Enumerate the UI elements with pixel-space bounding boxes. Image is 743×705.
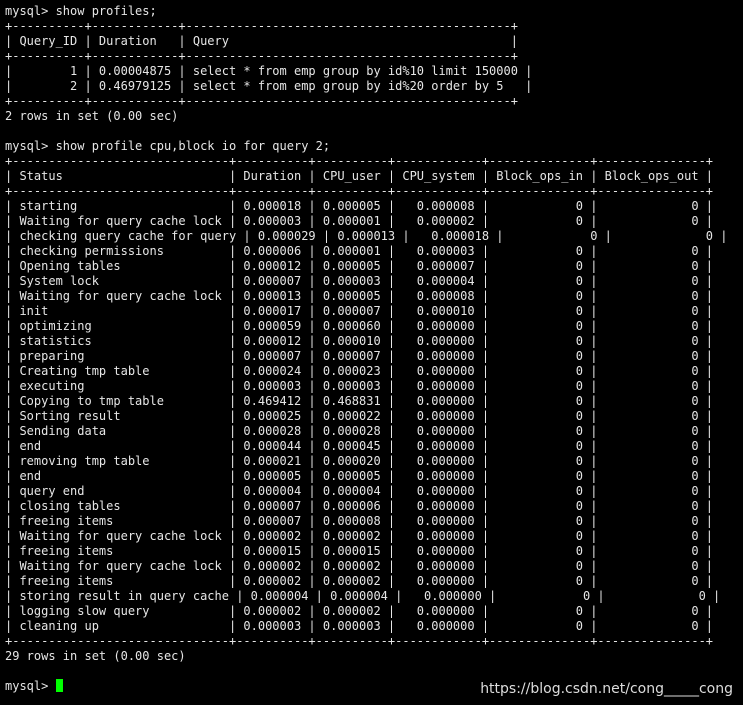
prompt-text: mysql> [5, 679, 56, 693]
terminal-line: +----------+------------+---------------… [5, 94, 518, 108]
watermark-text: https://blog.csdn.net/cong_____cong [480, 681, 733, 697]
terminal-line: +------------------------------+--------… [5, 634, 714, 648]
terminal-line: | checking permissions | 0.000006 | 0.00… [5, 244, 714, 258]
terminal-line: | optimizing | 0.000059 | 0.000060 | 0.0… [5, 319, 714, 333]
terminal-line: | starting | 0.000018 | 0.000005 | 0.000… [5, 199, 714, 213]
terminal-line: | query end | 0.000004 | 0.000004 | 0.00… [5, 484, 714, 498]
terminal-line: +------------------------------+--------… [5, 184, 714, 198]
terminal-line: | Sending data | 0.000028 | 0.000028 | 0… [5, 424, 714, 438]
terminal-line: +----------+------------+---------------… [5, 19, 518, 33]
terminal-line: | 1 | 0.00004875 | select * from emp gro… [5, 64, 533, 78]
terminal-line: | Waiting for query cache lock | 0.00001… [5, 289, 714, 303]
terminal-window[interactable]: mysql> show profiles; +----------+-------… [5, 4, 740, 701]
terminal-line: | Waiting for query cache lock | 0.00000… [5, 529, 714, 543]
terminal-line: | freeing items | 0.000015 | 0.000015 | … [5, 544, 714, 558]
terminal-line: | closing tables | 0.000007 | 0.000006 |… [5, 499, 714, 513]
terminal-line: | end | 0.000005 | 0.000005 | 0.000000 |… [5, 469, 714, 483]
terminal-line: | logging slow query | 0.000002 | 0.0000… [5, 604, 714, 618]
terminal-line: | freeing items | 0.000002 | 0.000002 | … [5, 574, 714, 588]
terminal-line: | storing result in query cache | 0.0000… [5, 589, 721, 603]
terminal-line: | Status | Duration | CPU_user | CPU_sys… [5, 169, 714, 183]
terminal-line: | Creating tmp table | 0.000024 | 0.0000… [5, 364, 714, 378]
terminal-line: | removing tmp table | 0.000021 | 0.0000… [5, 454, 714, 468]
terminal-line: | init | 0.000017 | 0.000007 | 0.000010 … [5, 304, 714, 318]
terminal-line: mysql> show profile cpu,block io for que… [5, 139, 331, 153]
cursor-icon [55, 679, 63, 692]
terminal-line: | Waiting for query cache lock | 0.00000… [5, 214, 714, 228]
terminal-line: | Query_ID | Duration | Query | [5, 34, 518, 48]
terminal-line: 2 rows in set (0.00 sec) [5, 109, 179, 123]
terminal-line: mysql> show profiles; [5, 4, 157, 18]
terminal-line: | Sorting result | 0.000025 | 0.000022 |… [5, 409, 714, 423]
terminal-line: | preparing | 0.000007 | 0.000007 | 0.00… [5, 349, 714, 363]
terminal-line: | Copying to tmp table | 0.469412 | 0.46… [5, 394, 714, 408]
terminal-line: | 2 | 0.46979125 | select * from emp gro… [5, 79, 533, 93]
terminal-line: | end | 0.000044 | 0.000045 | 0.000000 |… [5, 439, 714, 453]
terminal-line: | statistics | 0.000012 | 0.000010 | 0.0… [5, 334, 714, 348]
terminal-line: +----------+------------+---------------… [5, 49, 518, 63]
terminal-line: | System lock | 0.000007 | 0.000003 | 0.… [5, 274, 714, 288]
terminal-line: | cleaning up | 0.000003 | 0.000003 | 0.… [5, 619, 714, 633]
terminal-line: 29 rows in set (0.00 sec) [5, 649, 186, 663]
terminal-line: | Opening tables | 0.000012 | 0.000005 |… [5, 259, 714, 273]
terminal-line: +------------------------------+--------… [5, 154, 714, 168]
terminal-line: | executing | 0.000003 | 0.000003 | 0.00… [5, 379, 714, 393]
terminal-line: | Waiting for query cache lock | 0.00000… [5, 559, 714, 573]
terminal-line: | freeing items | 0.000007 | 0.000008 | … [5, 514, 714, 528]
terminal-line: | checking query cache for query | 0.000… [5, 229, 728, 243]
